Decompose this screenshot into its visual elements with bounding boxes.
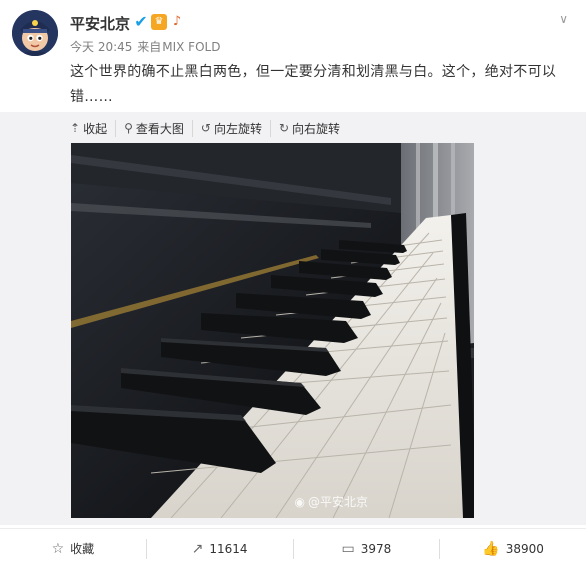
magnifier-icon: ⚲ (124, 121, 133, 135)
collapse-arrow-icon: ⇡ (70, 121, 81, 135)
comment-button[interactable]: ▭ 3978 (292, 538, 440, 559)
thumbs-up-icon: 👍 (482, 540, 500, 557)
favorite-button[interactable]: ☆ 收藏 (0, 539, 146, 559)
watermark: ◉ @平安北京 (295, 493, 369, 510)
member-crown-icon[interactable]: ♛ (151, 14, 167, 30)
piano-keys-photo (71, 143, 474, 518)
post-menu-chevron-icon[interactable]: ∨ (559, 12, 568, 26)
rotate-right-icon: ↻ (278, 121, 290, 135)
verified-v-icon[interactable]: ✔ (133, 14, 149, 30)
author-badges: ✔ ♛ ♪ (133, 14, 185, 30)
comment-icon: ▭ (341, 540, 355, 557)
avatar[interactable] (12, 10, 58, 56)
media-toolbar: ⇡ 收起 ⚲ 查看大图 ↺ 向左旋转 ↻ 向右旋转 (70, 118, 348, 138)
post-time[interactable]: 今天 20:45 (70, 40, 132, 54)
view-large-button[interactable]: ⚲ 查看大图 (115, 119, 192, 137)
rotate-right-button[interactable]: ↻ 向右旋转 (269, 119, 348, 137)
favorite-label: 收藏 (70, 542, 95, 556)
post-source[interactable]: MIX FOLD (162, 40, 220, 54)
guitar-icon[interactable]: ♪ (169, 14, 185, 30)
post-photo[interactable]: ◉ @平安北京 (71, 143, 474, 518)
like-button[interactable]: 👍 38900 (439, 538, 586, 559)
star-icon: ☆ (51, 540, 65, 557)
repost-button[interactable]: ↗ 11614 (145, 538, 293, 559)
weibo-logo-icon: ◉ (294, 494, 305, 509)
post-text: 这个世界的确不止黑白两色，但一定要分清和划清黑与白。这个，绝对不可以错…… (70, 64, 557, 105)
action-bar: ☆ 收藏 ↗ 11614 ▭ 3978 👍 38900 (0, 528, 586, 568)
comment-count: 3978 (360, 541, 392, 556)
repost-icon: ↗ (191, 540, 204, 557)
author-name[interactable]: 平安北京 (70, 13, 130, 34)
source-prefix: 来自 (137, 40, 162, 54)
rotate-right-label: 向右旋转 (292, 121, 341, 136)
rotate-left-button[interactable]: ↺ 向左旋转 (191, 119, 270, 137)
collapse-label: 收起 (83, 121, 108, 136)
like-count: 38900 (505, 541, 544, 556)
view-large-label: 查看大图 (135, 121, 184, 136)
media-area: ⇡ 收起 ⚲ 查看大图 ↺ 向左旋转 ↻ 向右旋转 ◉ @平安北京 (0, 112, 586, 525)
collapse-button[interactable]: ⇡ 收起 (70, 120, 115, 137)
post-header: 平安北京 ✔ ♛ ♪ ∨ 今天 20:45 来自MIX FOLD 这个世界的确不… (0, 0, 586, 112)
rotate-left-icon: ↺ (200, 121, 211, 135)
post-meta: 今天 20:45 来自MIX FOLD (70, 38, 220, 55)
rotate-left-label: 向左旋转 (213, 121, 262, 136)
repost-count: 11614 (209, 541, 248, 556)
watermark-text: @平安北京 (307, 495, 368, 509)
